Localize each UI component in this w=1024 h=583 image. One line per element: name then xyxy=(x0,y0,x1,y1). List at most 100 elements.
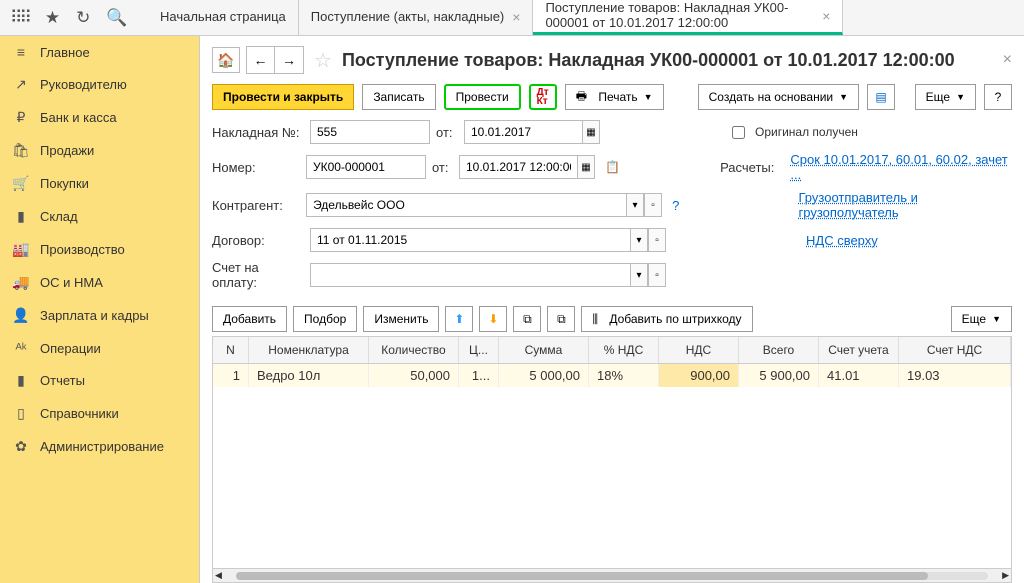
calendar-icon[interactable]: ▦ xyxy=(582,120,600,144)
horizontal-scrollbar[interactable]: ◀ ▶ xyxy=(213,568,1011,582)
add-button[interactable]: Добавить xyxy=(212,306,287,332)
close-icon[interactable]: × xyxy=(512,9,520,25)
favorites-icon[interactable]: ★ xyxy=(45,8,60,28)
sidebar-operations[interactable]: ᴬᵏОперации xyxy=(0,332,199,364)
col-qty[interactable]: Количество xyxy=(369,337,459,363)
table-more-button[interactable]: Еще▼ xyxy=(951,306,1012,332)
sidebar-purchase[interactable]: 🛒Покупки xyxy=(0,167,199,200)
search-icon[interactable]: 🔍 xyxy=(106,8,127,28)
sidebar-main[interactable]: ≡Главное xyxy=(0,36,199,68)
scroll-left-icon[interactable]: ◀ xyxy=(213,570,224,581)
select-button[interactable]: Подбор xyxy=(293,306,357,332)
col-item[interactable]: Номенклатура xyxy=(249,337,369,363)
change-button[interactable]: Изменить xyxy=(363,306,439,332)
page-title: Поступление товаров: Накладная УК00-0000… xyxy=(342,50,997,71)
print-button[interactable]: 🖶 Печать▼ xyxy=(565,84,664,110)
close-icon[interactable]: × xyxy=(822,8,830,24)
cart-icon: 🛒 xyxy=(12,175,30,192)
open-icon[interactable]: ▫ xyxy=(648,228,666,252)
col-vatacc[interactable]: Счет НДС xyxy=(899,337,1011,363)
chart-icon: ↗ xyxy=(12,76,30,93)
close-icon[interactable]: × xyxy=(1003,51,1012,69)
sidebar-assets[interactable]: 🚚ОС и НМА xyxy=(0,266,199,299)
dtcr-icon: ДтКт xyxy=(537,88,549,106)
post-close-button[interactable]: Провести и закрыть xyxy=(212,84,354,110)
col-total[interactable]: Всего xyxy=(739,337,819,363)
forward-button[interactable]: → xyxy=(275,47,303,73)
main-toolbar: Провести и закрыть Записать Провести ДтК… xyxy=(212,84,1012,110)
sidebar-admin[interactable]: ✿Администрирование xyxy=(0,430,199,463)
move-down-button[interactable]: ⬇ xyxy=(479,306,507,332)
more-button[interactable]: Еще▼ xyxy=(915,84,976,110)
number-label: Номер: xyxy=(212,160,300,175)
sidebar-payroll[interactable]: 👤Зарплата и кадры xyxy=(0,299,199,332)
apps-icon[interactable]: ⠿⠿ xyxy=(10,8,29,28)
settlements-link[interactable]: Срок 10.01.2017, 60.01, 60.02, зачет ... xyxy=(790,152,1012,182)
top-bar: ⠿⠿ ★ ↻ 🔍 Начальная страница Поступление … xyxy=(0,0,1024,36)
col-vatrate[interactable]: % НДС xyxy=(589,337,659,363)
tab-document[interactable]: Поступление товаров: Накладная УК00-0000… xyxy=(533,0,843,35)
star-icon[interactable]: ☆ xyxy=(314,48,332,73)
content: 🏠 ← → ☆ Поступление товаров: Накладная У… xyxy=(200,36,1024,583)
menu-icon: ≡ xyxy=(12,44,30,60)
tab-home[interactable]: Начальная страница xyxy=(148,0,299,35)
barcode-button[interactable]: ⫼ Добавить по штрихкоду xyxy=(581,306,752,332)
table-row[interactable]: 1 Ведро 10л 50,000 1... 5 000,00 18% 900… xyxy=(213,364,1011,387)
col-sum[interactable]: Сумма xyxy=(499,337,589,363)
contract-field[interactable] xyxy=(310,228,630,252)
number-field[interactable] xyxy=(306,155,426,179)
invoice-label: Накладная №: xyxy=(212,125,304,140)
person-icon: 👤 xyxy=(12,307,30,324)
help-button[interactable]: ? xyxy=(984,84,1012,110)
write-button[interactable]: Записать xyxy=(362,84,435,110)
invoice-no-field[interactable] xyxy=(310,120,430,144)
chevron-down-icon[interactable]: ▾ xyxy=(626,193,644,217)
chevron-down-icon[interactable]: ▾ xyxy=(630,263,648,287)
col-n[interactable]: N xyxy=(213,337,249,363)
tab-receipts[interactable]: Поступление (акты, накладные)× xyxy=(299,0,534,35)
copy-button[interactable]: ⧉ xyxy=(513,306,541,332)
col-vat[interactable]: НДС xyxy=(659,337,739,363)
settle-label: Расчеты: xyxy=(720,160,774,175)
number-date-field[interactable] xyxy=(459,155,577,179)
book-icon: ▯ xyxy=(12,405,30,422)
truck-icon: 🚚 xyxy=(12,274,30,291)
sidebar-sales[interactable]: 🛍Продажи xyxy=(0,134,199,167)
sender-link[interactable]: Грузоотправитель и грузополучатель xyxy=(799,190,1013,220)
tabs: Начальная страница Поступление (акты, на… xyxy=(148,0,1024,35)
open-icon[interactable]: ▫ xyxy=(644,193,662,217)
sidebar: ≡Главное ↗Руководителю ₽Банк и касса 🛍Пр… xyxy=(0,36,200,583)
sidebar-stock[interactable]: ▮Склад xyxy=(0,200,199,233)
history-icon[interactable]: ↻ xyxy=(76,8,90,28)
vat-link[interactable]: НДС сверху xyxy=(806,233,878,248)
bag-icon: 🛍 xyxy=(12,142,30,159)
home-button[interactable]: 🏠 xyxy=(212,47,240,73)
sidebar-catalogs[interactable]: ▯Справочники xyxy=(0,397,199,430)
chevron-down-icon[interactable]: ▾ xyxy=(630,228,648,252)
calendar-icon[interactable]: ▦ xyxy=(577,155,595,179)
move-up-button[interactable]: ⬆ xyxy=(445,306,473,332)
top-icons: ⠿⠿ ★ ↻ 🔍 xyxy=(0,0,148,35)
paste-button[interactable]: ⧉ xyxy=(547,306,575,332)
help-link[interactable]: ? xyxy=(672,198,679,213)
col-acc[interactable]: Счет учета xyxy=(819,337,899,363)
sidebar-production[interactable]: 🏭Производство xyxy=(0,233,199,266)
attach-button[interactable]: ▤ xyxy=(867,84,895,110)
dtcr-button[interactable]: ДтКт xyxy=(529,84,557,110)
sidebar-bank[interactable]: ₽Банк и касса xyxy=(0,101,199,134)
post-button[interactable]: Провести xyxy=(444,84,521,110)
scroll-right-icon[interactable]: ▶ xyxy=(1000,570,1011,581)
prepay-field[interactable] xyxy=(310,263,630,287)
sidebar-reports[interactable]: ▮Отчеты xyxy=(0,364,199,397)
dtcr-icon: ᴬᵏ xyxy=(12,340,30,356)
original-checkbox[interactable] xyxy=(732,126,745,139)
create-based-button[interactable]: Создать на основании▼ xyxy=(698,84,859,110)
contragent-field[interactable] xyxy=(306,193,626,217)
back-button[interactable]: ← xyxy=(247,47,275,73)
col-price[interactable]: Ц... xyxy=(459,337,499,363)
open-icon[interactable]: ▫ xyxy=(648,263,666,287)
sidebar-manager[interactable]: ↗Руководителю xyxy=(0,68,199,101)
clipboard-icon[interactable]: 📋 xyxy=(605,160,620,174)
invoice-date-field[interactable] xyxy=(464,120,582,144)
from-label-2: от: xyxy=(432,160,453,175)
